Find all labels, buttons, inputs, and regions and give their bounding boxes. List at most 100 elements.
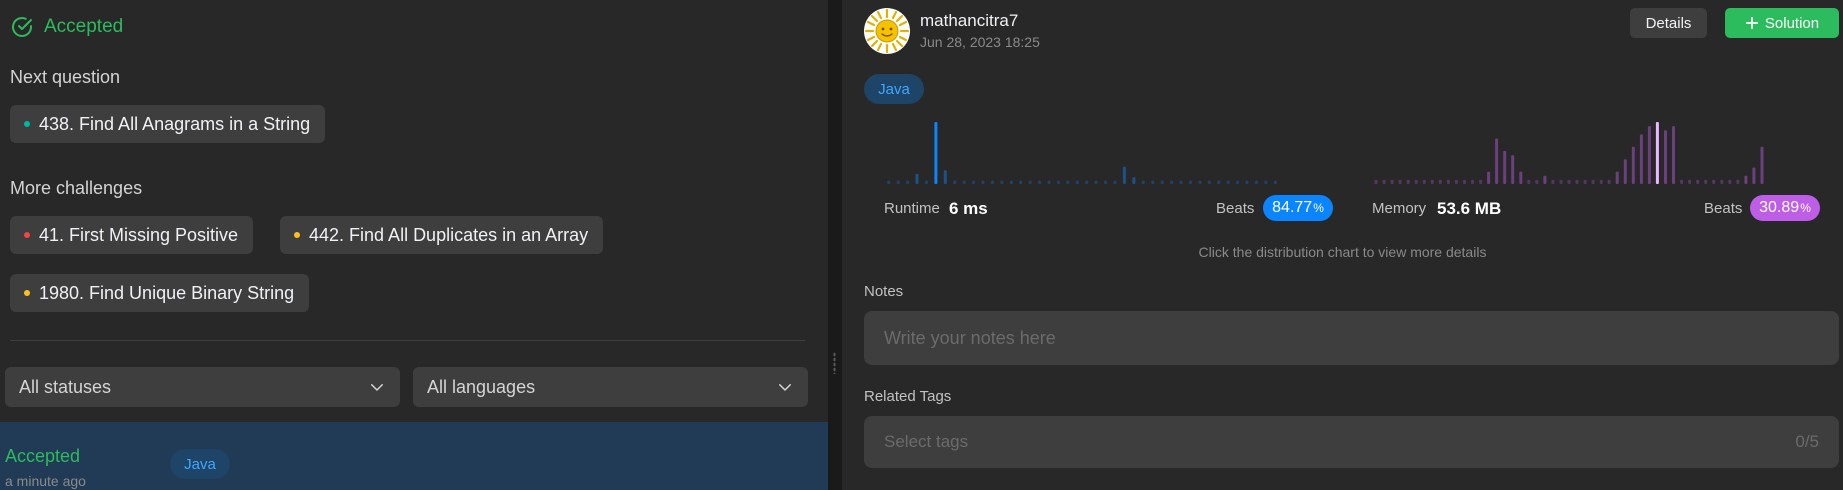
memory-bar[interactable] <box>1736 179 1740 184</box>
runtime-bar[interactable] <box>1066 180 1070 184</box>
memory-bar[interactable] <box>1551 179 1555 184</box>
runtime-bar[interactable] <box>1056 180 1060 184</box>
username[interactable]: mathancitra7 <box>920 11 1018 31</box>
avatar[interactable] <box>864 8 910 54</box>
challenge-chip[interactable]: 1980. Find Unique Binary String <box>10 274 310 312</box>
runtime-bar[interactable] <box>1188 180 1192 184</box>
memory-bar[interactable] <box>1503 150 1507 184</box>
runtime-bar[interactable] <box>906 180 910 184</box>
solution-button[interactable]: Solution <box>1725 8 1839 38</box>
runtime-bar[interactable] <box>943 170 947 184</box>
memory-bar[interactable] <box>1744 175 1748 184</box>
memory-bar[interactable] <box>1559 179 1563 184</box>
runtime-bar[interactable] <box>972 180 976 184</box>
memory-bar[interactable] <box>1487 171 1491 184</box>
runtime-bar[interactable] <box>1236 180 1240 184</box>
next-question-chip[interactable]: 438. Find All Anagrams in a String <box>10 105 326 143</box>
memory-bar[interactable] <box>1647 126 1651 184</box>
runtime-bar[interactable] <box>1273 180 1277 184</box>
runtime-bar[interactable] <box>1085 180 1089 184</box>
memory-bar[interactable] <box>1471 179 1474 184</box>
memory-bar[interactable] <box>1430 179 1434 184</box>
challenge-chip[interactable]: 442. Find All Duplicates in an Array <box>280 216 604 254</box>
runtime-bar[interactable] <box>962 180 966 184</box>
runtime-bar[interactable] <box>1000 180 1004 184</box>
runtime-bar[interactable] <box>981 180 985 184</box>
memory-bar[interactable] <box>1599 179 1603 184</box>
runtime-bar[interactable] <box>1122 166 1126 184</box>
memory-bar[interactable] <box>1527 179 1531 184</box>
notes-input[interactable] <box>864 311 1839 365</box>
runtime-bar-highlight[interactable] <box>934 122 938 184</box>
runtime-bar[interactable] <box>1038 180 1042 184</box>
memory-bar[interactable] <box>1463 179 1466 184</box>
runtime-bar[interactable] <box>1113 180 1117 184</box>
memory-bar[interactable] <box>1623 159 1627 184</box>
memory-bar-highlight[interactable] <box>1655 122 1659 184</box>
memory-bar[interactable] <box>1728 179 1732 184</box>
memory-bar[interactable] <box>1390 179 1394 184</box>
memory-bar[interactable] <box>1382 179 1386 184</box>
memory-bar[interactable] <box>1374 179 1378 184</box>
memory-bar[interactable] <box>1438 179 1442 184</box>
memory-bar[interactable] <box>1495 138 1499 185</box>
memory-bar[interactable] <box>1422 179 1426 184</box>
runtime-bar[interactable] <box>1104 180 1108 184</box>
runtime-bar[interactable] <box>1254 180 1258 184</box>
runtime-bar[interactable] <box>1217 180 1221 184</box>
memory-bar[interactable] <box>1615 171 1619 184</box>
memory-bar[interactable] <box>1567 179 1571 184</box>
memory-bar[interactable] <box>1414 179 1418 184</box>
runtime-bar[interactable] <box>1245 180 1249 184</box>
memory-bar[interactable] <box>1696 179 1700 184</box>
details-button[interactable]: Details <box>1630 8 1707 38</box>
memory-bar[interactable] <box>1543 175 1547 184</box>
memory-bar[interactable] <box>1639 134 1643 184</box>
runtime-bar[interactable] <box>1075 180 1079 184</box>
tags-select[interactable]: Select tags 0/5 <box>864 416 1839 468</box>
memory-bar[interactable] <box>1583 179 1587 184</box>
memory-distribution-chart[interactable] <box>1372 118 1766 188</box>
runtime-bar[interactable] <box>1132 177 1136 184</box>
runtime-bar[interactable] <box>1179 180 1183 184</box>
runtime-bar[interactable] <box>1047 180 1051 184</box>
memory-bar[interactable] <box>1672 126 1675 184</box>
memory-bar[interactable] <box>1631 146 1635 184</box>
status-filter-select[interactable]: All statuses <box>5 367 400 407</box>
memory-bar[interactable] <box>1607 179 1611 184</box>
language-filter-select[interactable]: All languages <box>413 367 808 407</box>
memory-bar[interactable] <box>1720 179 1724 184</box>
runtime-bar[interactable] <box>990 180 994 184</box>
memory-bar[interactable] <box>1575 179 1579 184</box>
memory-bar[interactable] <box>1688 179 1692 184</box>
memory-bar[interactable] <box>1406 179 1410 184</box>
runtime-bar[interactable] <box>1141 180 1145 184</box>
runtime-bar[interactable] <box>1160 180 1164 184</box>
memory-bar[interactable] <box>1680 179 1684 184</box>
runtime-bar[interactable] <box>896 180 900 184</box>
memory-bar[interactable] <box>1479 179 1483 184</box>
runtime-bar[interactable] <box>1198 180 1202 184</box>
runtime-bar[interactable] <box>915 173 919 184</box>
runtime-bar[interactable] <box>1226 180 1230 184</box>
memory-bar[interactable] <box>1511 155 1515 184</box>
runtime-bar[interactable] <box>887 180 891 184</box>
challenge-chip[interactable]: 41. First Missing Positive <box>10 216 254 254</box>
runtime-bar[interactable] <box>1207 180 1211 184</box>
runtime-bar[interactable] <box>953 180 957 184</box>
memory-bar[interactable] <box>1519 171 1523 184</box>
memory-bar[interactable] <box>1535 179 1539 184</box>
runtime-bar[interactable] <box>1028 180 1032 184</box>
runtime-bar[interactable] <box>1019 180 1023 184</box>
runtime-bar[interactable] <box>1264 180 1268 184</box>
memory-bar[interactable] <box>1446 179 1450 184</box>
memory-bar[interactable] <box>1591 179 1595 184</box>
memory-bar[interactable] <box>1704 179 1708 184</box>
runtime-distribution-chart[interactable] <box>884 118 1280 188</box>
memory-bar[interactable] <box>1398 179 1402 184</box>
memory-bar[interactable] <box>1760 146 1764 184</box>
runtime-bar[interactable] <box>1009 180 1013 184</box>
runtime-bar[interactable] <box>1094 180 1098 184</box>
memory-bar[interactable] <box>1664 130 1667 184</box>
memory-bar[interactable] <box>1752 167 1756 185</box>
